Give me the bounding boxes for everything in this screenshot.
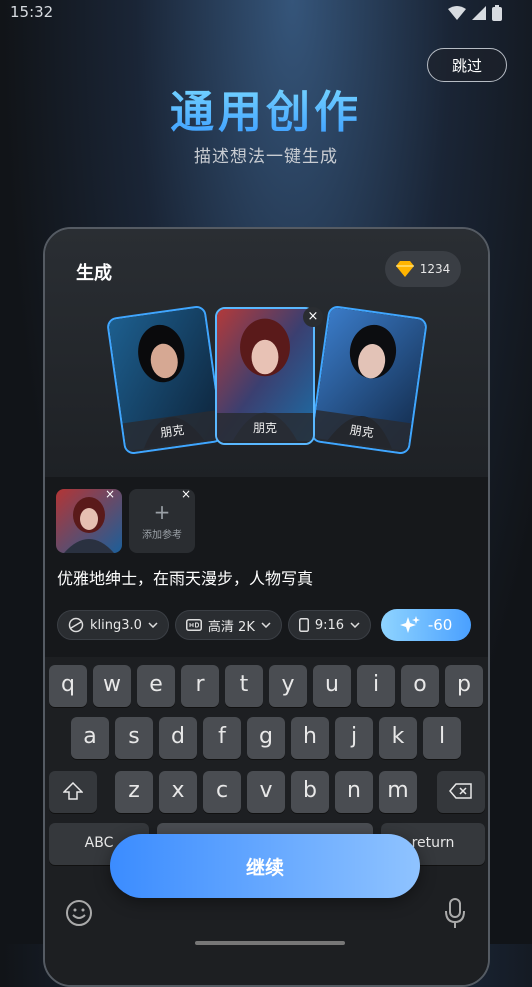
status-time: 15:32 — [10, 3, 54, 21]
model-value: kling3.0 — [90, 617, 142, 633]
key-v[interactable]: v — [247, 771, 285, 813]
credits-value: 1234 — [419, 262, 451, 276]
key-y[interactable]: y — [269, 665, 307, 707]
signal-icon — [472, 6, 486, 20]
key-u[interactable]: u — [313, 665, 351, 707]
key-x[interactable]: x — [159, 771, 197, 813]
continue-button[interactable]: 继续 — [110, 834, 420, 898]
key-a[interactable]: a — [71, 717, 109, 759]
portrait-ratio-icon — [298, 618, 309, 632]
key-w[interactable]: w — [93, 665, 131, 707]
key-q[interactable]: q — [49, 665, 87, 707]
key-l[interactable]: l — [423, 717, 461, 759]
backspace-key[interactable] — [437, 771, 485, 813]
key-n[interactable]: n — [335, 771, 373, 813]
style-card-selected[interactable]: 朋克 — [215, 307, 315, 445]
emoji-icon[interactable] — [65, 899, 93, 927]
key-z[interactable]: z — [115, 771, 153, 813]
key-h[interactable]: h — [291, 717, 329, 759]
generate-cost: -60 — [427, 616, 453, 634]
style-card[interactable]: 朋克 — [309, 304, 429, 456]
model-select[interactable]: kling3.0 — [57, 610, 169, 640]
backspace-icon — [449, 783, 472, 799]
shift-icon — [62, 781, 84, 800]
keyboard: q w e r t y u i o p a s d f g h j k l z … — [45, 657, 488, 985]
microphone-icon[interactable] — [443, 897, 467, 929]
status-bar: 15:32 — [0, 0, 532, 26]
ratio-select[interactable]: 9:16 — [287, 610, 372, 640]
model-icon — [68, 617, 84, 633]
key-p[interactable]: p — [445, 665, 483, 707]
quality-select[interactable]: 高清 2K — [174, 610, 282, 640]
generate-button[interactable]: -60 — [381, 609, 472, 641]
key-e[interactable]: e — [137, 665, 175, 707]
status-icons — [448, 5, 502, 21]
sparkle-icon — [399, 616, 420, 633]
key-i[interactable]: i — [357, 665, 395, 707]
generate-panel: 生成 1234 朋克 朋克 朋克 × — [45, 229, 488, 477]
reference-close-button[interactable]: × — [105, 487, 115, 501]
card-label: 朋克 — [217, 413, 313, 443]
input-area: × + 添加参考 × 优雅地绅士，在雨天漫步，人物写真 kling3.0 高清 … — [45, 477, 488, 657]
wifi-icon — [448, 6, 466, 20]
credits-badge[interactable]: 1234 — [385, 251, 461, 287]
ratio-value: 9:16 — [314, 617, 345, 633]
key-j[interactable]: j — [335, 717, 373, 759]
key-f[interactable]: f — [203, 717, 241, 759]
battery-icon — [492, 5, 502, 21]
key-b[interactable]: b — [291, 771, 329, 813]
key-o[interactable]: o — [401, 665, 439, 707]
home-indicator — [195, 941, 345, 945]
add-reference-label: 添加参考 — [142, 529, 182, 541]
key-c[interactable]: c — [203, 771, 241, 813]
shift-key[interactable] — [49, 771, 97, 813]
hd-icon — [185, 619, 202, 631]
panel-title: 生成 — [76, 263, 112, 284]
card-close-button[interactable]: × — [303, 307, 323, 327]
chevron-down-icon — [148, 622, 158, 628]
generation-toolbar: kling3.0 高清 2K 9:16 -60 — [57, 609, 472, 641]
add-reference-close-button[interactable]: × — [181, 487, 191, 501]
key-k[interactable]: k — [379, 717, 417, 759]
diamond-icon — [395, 261, 414, 277]
key-g[interactable]: g — [247, 717, 285, 759]
key-r[interactable]: r — [181, 665, 219, 707]
plus-icon: + — [153, 499, 171, 524]
key-d[interactable]: d — [159, 717, 197, 759]
style-card[interactable]: 朋克 — [105, 304, 225, 456]
chevron-down-icon — [261, 622, 271, 628]
hero-subtitle: 描述想法一键生成 — [194, 147, 338, 167]
key-t[interactable]: t — [225, 665, 263, 707]
quality-value: 高清 2K — [207, 619, 255, 635]
key-s[interactable]: s — [115, 717, 153, 759]
prompt-text[interactable]: 优雅地绅士，在雨天漫步，人物写真 — [57, 565, 313, 589]
key-m[interactable]: m — [379, 771, 417, 813]
chevron-down-icon — [350, 622, 360, 628]
hero-title: 通用创作 — [0, 76, 532, 140]
